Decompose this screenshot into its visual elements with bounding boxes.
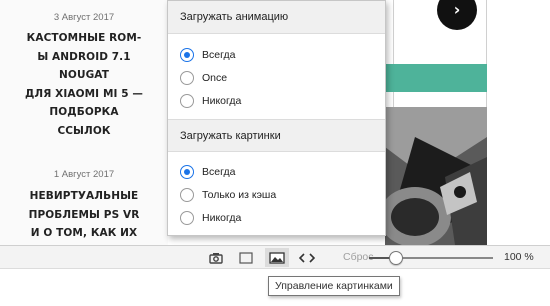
camera-icon [209,252,223,264]
post-title-line: ссылок [57,124,111,137]
option-label: Только из кэша [202,189,277,201]
radio-icon[interactable] [180,211,194,225]
images-option-cache-only[interactable]: Только из кэша [180,187,276,203]
status-bar: Сброс 100 % [0,245,550,269]
post-title-line: для Xiaomi Mi 5 — [24,87,144,100]
option-label: Всегда [202,166,236,178]
images-option-never[interactable]: Никогда [180,210,241,226]
radio-icon[interactable] [180,71,194,85]
post-title-line: Невиртуальные [29,190,139,202]
zoom-slider[interactable] [369,251,493,265]
radio-icon[interactable] [180,94,194,108]
image-control-button[interactable] [265,248,289,267]
radio-selected-icon[interactable] [180,165,194,179]
post-title-line: проблемы PS VR [28,208,140,221]
post-date: 3 Август 2017 [53,12,115,23]
zoom-value: 100 % [504,251,534,263]
post-title-link[interactable]: Невиртуальные проблемы PS VR и о том, ка… [0,187,168,243]
option-label: Once [202,72,228,84]
teal-banner [385,64,487,92]
code-icon [299,252,315,263]
screenshot-button[interactable] [206,248,226,267]
article-image[interactable] [385,107,487,245]
animation-section-heading: Загружать анимацию [168,1,385,34]
images-option-always[interactable]: Всегда [180,164,235,180]
post-title-line: подборка [49,106,119,119]
images-section-heading: Загружать картинки [168,119,385,152]
animation-option-always[interactable]: Всегда [180,47,235,63]
post-title-line: Nougat [59,69,109,82]
radio-icon[interactable] [180,188,194,202]
article-sidebar: 3 Август 2017 Кастомные ROM- ы Android 7… [0,0,168,245]
radio-selected-icon[interactable] [180,48,194,62]
browser-viewport: 3 Август 2017 Кастомные ROM- ы Android 7… [0,0,550,306]
post-title-line: ы Android 7.1 [37,50,131,63]
tile-window-button[interactable] [236,248,256,267]
post-title-link[interactable]: Кастомные ROM- ы Android 7.1 Nougat для … [0,29,168,141]
tooltip: Управление картинками [268,276,400,296]
option-label: Никогда [202,95,242,107]
image-settings-popup: Загружать анимацию Всегда Once Никогда З… [167,0,386,236]
post-title-line: Кастомные ROM- [26,32,142,44]
option-label: Никогда [202,212,242,224]
option-label: Всегда [202,49,236,61]
animation-option-never[interactable]: Никогда [180,93,241,109]
image-icon [269,251,285,264]
photo-graphic [385,107,487,245]
window-icon [239,251,253,264]
post-title-line: и о том, как их [30,227,138,240]
zoom-slider-thumb[interactable] [389,251,403,265]
post-date: 1 Август 2017 [53,169,115,180]
animation-option-once[interactable]: Once [180,70,227,86]
page-actions-button[interactable] [296,248,318,267]
